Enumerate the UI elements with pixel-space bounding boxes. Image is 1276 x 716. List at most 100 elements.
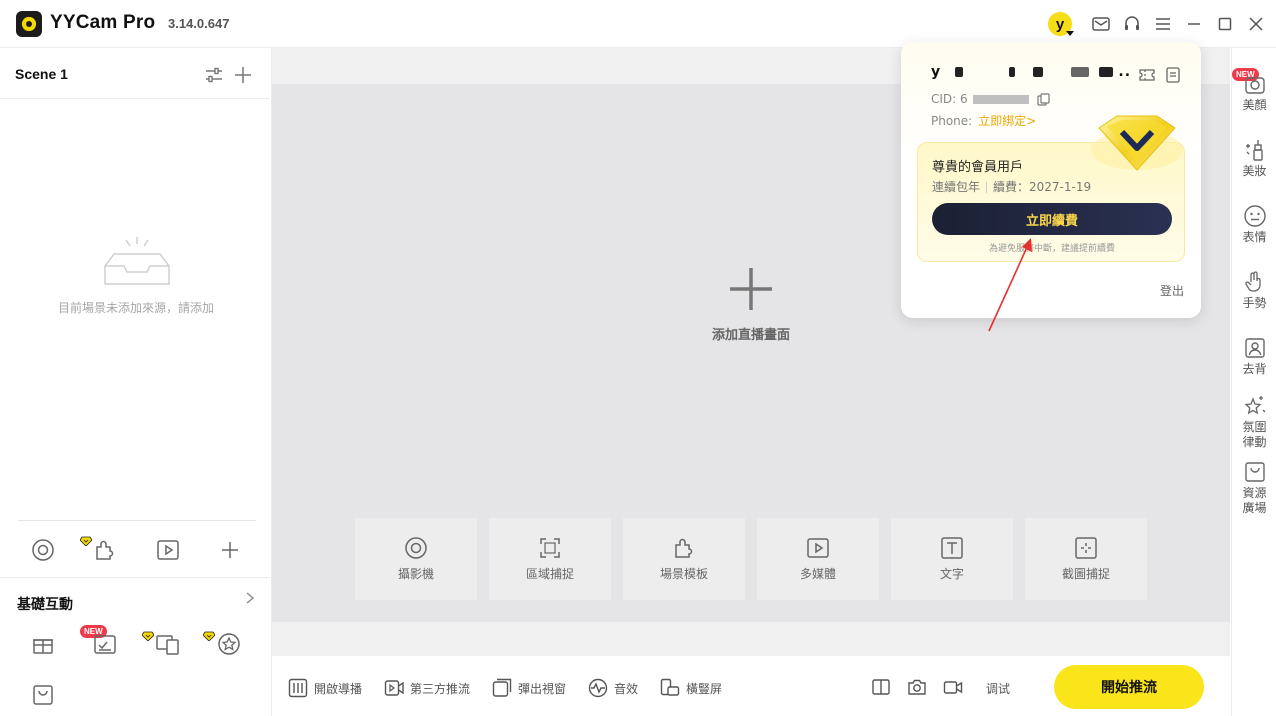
director-mode-button[interactable]: 開啟導播	[288, 678, 362, 698]
media-source-icon[interactable]	[156, 538, 180, 562]
logout-button[interactable]: 登出	[1160, 282, 1184, 299]
effects-rail: NEW 美顏 美妝 表情 手勢 去背 氛圍 律動 資源 廣場	[1231, 48, 1276, 716]
add-live-screen-label[interactable]: 添加直播畫面	[651, 324, 851, 343]
minimize-icon[interactable]	[1184, 14, 1204, 34]
account-name-prefix: y	[931, 64, 942, 80]
tile-region-capture[interactable]: 區域捕捉	[489, 518, 611, 600]
rail-label: 資源 廣場	[1242, 486, 1267, 515]
title-bar: YYCam Pro 3.14.0.647 y	[0, 0, 1276, 48]
chevron-right-icon[interactable]	[245, 592, 255, 608]
rail-label: 氛圍 律動	[1242, 420, 1267, 449]
tile-label: 區域捕捉	[525, 567, 574, 581]
third-party-stream-label: 第三方推流	[410, 681, 471, 696]
rail-item-gesture[interactable]: 手勢	[1232, 270, 1276, 311]
scene-panel: Scene 1 目前場景未添加來源，請添加 基礎互動 NEW	[0, 48, 272, 716]
redaction-mask	[1070, 67, 1089, 77]
split-view-icon[interactable]	[871, 677, 891, 697]
divider	[0, 98, 270, 99]
director-mode-label: 開啟導播	[314, 681, 363, 696]
camera-source-icon[interactable]	[31, 538, 55, 562]
vip-plan: 連續包年	[932, 180, 981, 194]
headset-icon[interactable]	[1122, 14, 1142, 34]
rail-item-ambience[interactable]: 氛圍 律動	[1232, 394, 1276, 450]
renew-now-button[interactable]: 立即續費	[932, 203, 1172, 235]
bind-phone-link[interactable]: 立即綁定>	[978, 114, 1036, 128]
emoji-icon	[1243, 205, 1266, 227]
vip-diamond-icon	[203, 631, 215, 641]
mail-icon[interactable]	[1091, 14, 1111, 34]
portrait-cutout-icon	[1244, 338, 1265, 358]
popup-window-button[interactable]: 彈出視窗	[492, 678, 566, 698]
redaction-mask	[1008, 67, 1015, 77]
rail-label: 美顏	[1242, 98, 1267, 112]
start-streaming-button[interactable]: 開始推流	[1054, 665, 1204, 709]
puzzle-icon	[675, 538, 693, 558]
rail-item-resource-plaza[interactable]: 資源 廣場	[1232, 460, 1276, 516]
menu-icon[interactable]	[1153, 14, 1173, 34]
add-scene-icon[interactable]	[233, 65, 253, 85]
add-scene-plus-icon[interactable]	[729, 267, 773, 311]
empty-scene-text: 目前場景未添加來源，請添加	[57, 301, 214, 315]
makeup-icon	[1245, 140, 1263, 161]
tile-label: 場景模板	[659, 567, 708, 581]
account-cid: CID: 6	[931, 92, 1050, 106]
vip-diamond-icon	[142, 631, 154, 641]
copy-icon[interactable]	[1037, 93, 1050, 106]
account-phone: Phone: 立即綁定>	[931, 112, 1036, 129]
basic-interaction-title: 基礎互動	[17, 597, 73, 613]
redaction-mask	[1032, 67, 1043, 77]
account-name: y ..	[931, 64, 1131, 80]
tile-scene-template[interactable]: 場景模板	[623, 518, 745, 600]
tile-multimedia[interactable]: 多媒體	[757, 518, 879, 600]
rail-label: 美妝	[1242, 164, 1267, 178]
shopping-bag-icon[interactable]	[30, 682, 56, 708]
screenshot-icon	[1075, 537, 1097, 559]
orientation-label: 橫豎屏	[686, 681, 723, 696]
sparkle-star-icon	[1243, 396, 1265, 415]
waveform-icon	[588, 678, 608, 698]
shopping-bag-icon	[1244, 462, 1265, 482]
rotate-screen-icon	[660, 678, 680, 696]
sound-effect-button[interactable]: 音效	[588, 678, 638, 698]
tile-label: 多媒體	[799, 567, 836, 581]
document-icon[interactable]	[1164, 66, 1182, 84]
close-icon[interactable]	[1246, 14, 1266, 34]
add-source-icon[interactable]	[218, 538, 242, 562]
rail-item-beauty[interactable]: 美顏	[1232, 72, 1276, 113]
scene-settings-icon[interactable]	[204, 66, 224, 84]
rail-item-emoji[interactable]: 表情	[1232, 204, 1276, 245]
rail-label: 表情	[1242, 230, 1267, 244]
vip-diamond-icon	[80, 536, 92, 546]
divider	[18, 520, 256, 521]
avatar-caret-icon	[1066, 30, 1074, 36]
poll-icon[interactable]	[92, 631, 118, 657]
play-icon	[807, 538, 829, 558]
debug-button[interactable]: 调试	[986, 680, 1010, 697]
gift-icon[interactable]	[30, 631, 56, 657]
empty-box-icon	[102, 236, 172, 288]
beauty-camera-icon	[1244, 77, 1265, 94]
maximize-icon[interactable]	[1215, 14, 1235, 34]
tile-camera[interactable]: 攝影機	[355, 518, 477, 600]
bottom-toolbar: 開啟導播 第三方推流 彈出視窗 音效 橫豎屏 调试 開始推流	[272, 656, 1230, 716]
ticket-icon[interactable]	[1138, 66, 1156, 84]
divider	[0, 577, 270, 578]
snapshot-camera-icon[interactable]	[907, 677, 927, 697]
tile-screenshot-capture[interactable]: 截圖捕捉	[1025, 518, 1147, 600]
tile-text[interactable]: 文字	[891, 518, 1013, 600]
rail-item-remove-background[interactable]: 去背	[1232, 336, 1276, 377]
app-logo-icon	[16, 11, 42, 37]
redaction-mask	[955, 67, 964, 77]
tile-label: 攝影機	[397, 567, 434, 581]
scene-template-source-icon[interactable]	[93, 538, 117, 562]
record-video-icon[interactable]	[943, 677, 963, 697]
rail-item-makeup[interactable]: 美妝	[1232, 138, 1276, 179]
scene-title: Scene 1	[15, 66, 68, 82]
multi-screen-icon[interactable]	[155, 631, 181, 657]
popup-window-label: 彈出視窗	[518, 681, 567, 696]
star-badge-icon[interactable]	[216, 631, 242, 657]
orientation-button[interactable]: 橫豎屏	[660, 678, 722, 698]
vip-title: 尊貴的會員用戶	[932, 160, 1024, 175]
rail-label: 手勢	[1242, 296, 1267, 310]
third-party-stream-button[interactable]: 第三方推流	[384, 678, 470, 698]
